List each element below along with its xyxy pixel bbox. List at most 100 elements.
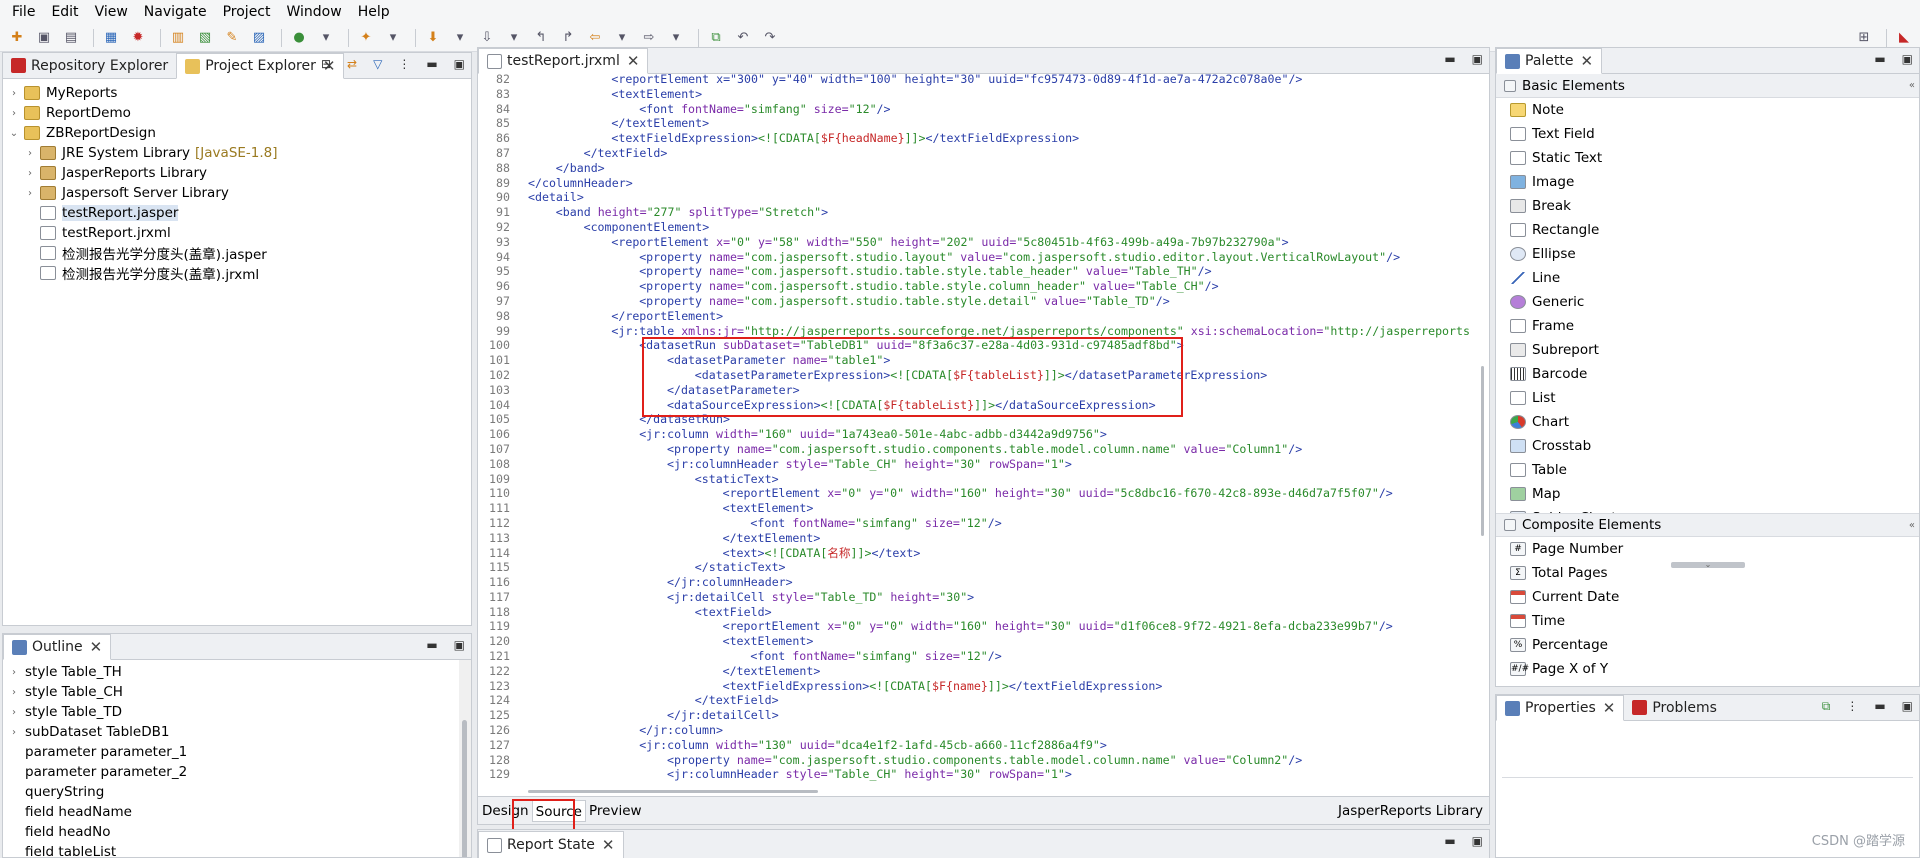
- wand-icon[interactable]: ✦: [355, 27, 377, 49]
- tab-testreport-jrxml[interactable]: testReport.jrxml ✕: [478, 48, 649, 74]
- collapsed-icon[interactable]: ›: [7, 687, 21, 698]
- collapse-section-icon[interactable]: «: [1909, 80, 1915, 91]
- dropdown-icon[interactable]: ▾: [503, 27, 525, 49]
- dropdown-icon[interactable]: ▾: [382, 27, 404, 49]
- minimize-icon[interactable]: ▬: [1444, 834, 1455, 848]
- collapsed-icon[interactable]: ›: [23, 148, 37, 159]
- pin-view-icon[interactable]: ⧉: [1822, 699, 1831, 714]
- close-icon[interactable]: ✕: [1581, 52, 1594, 70]
- palette-item-break[interactable]: Break: [1496, 194, 1919, 218]
- pin-icon[interactable]: ⬇: [422, 27, 444, 49]
- palette-item-line[interactable]: Line: [1496, 266, 1919, 290]
- preview-icon[interactable]: ▨: [248, 27, 270, 49]
- tree-item[interactable]: ⌄ ZBReportDesign: [3, 123, 471, 143]
- palette-item-spider-chart[interactable]: Spider Chart: [1496, 506, 1919, 513]
- collapsed-icon[interactable]: ›: [23, 168, 37, 179]
- tab-palette[interactable]: Palette ✕: [1496, 48, 1603, 74]
- tree-item[interactable]: › MyReports: [3, 83, 471, 103]
- collapsed-icon[interactable]: ›: [7, 88, 21, 99]
- minimize-icon[interactable]: ▬: [1444, 52, 1455, 66]
- collapsed-icon[interactable]: ›: [7, 727, 21, 738]
- new-report-icon[interactable]: ▥: [167, 27, 189, 49]
- palette-item-generic[interactable]: Generic: [1496, 290, 1919, 314]
- collapsed-icon[interactable]: ›: [7, 108, 21, 119]
- close-icon[interactable]: ✕: [90, 638, 103, 656]
- scroll-thumb[interactable]: [1481, 366, 1484, 536]
- close-icon[interactable]: ✕: [602, 836, 615, 854]
- compile-icon[interactable]: ▦: [100, 27, 122, 49]
- palette-section-composite[interactable]: Composite Elements «: [1496, 513, 1919, 537]
- collapse-all-icon[interactable]: ⊟: [321, 57, 331, 71]
- debug-icon[interactable]: ✹: [127, 27, 149, 49]
- tree-item[interactable]: 检测报告光学分度头(盖章).jasper: [3, 243, 471, 263]
- maximize-icon[interactable]: ▣: [1472, 834, 1483, 848]
- palette-item-subreport[interactable]: Subreport: [1496, 338, 1919, 362]
- outline-item[interactable]: field headNo: [3, 822, 471, 842]
- forward-icon[interactable]: ⇨: [638, 27, 660, 49]
- redo-icon[interactable]: ↷: [759, 27, 781, 49]
- tree-item[interactable]: › ReportDemo: [3, 103, 471, 123]
- dropdown-icon[interactable]: ▾: [449, 27, 471, 49]
- editor-vertical-scrollbar[interactable]: [1477, 74, 1489, 796]
- undo-icon[interactable]: ↶: [732, 27, 754, 49]
- maximize-icon[interactable]: ▣: [454, 57, 465, 71]
- last-edit-icon[interactable]: ↰: [530, 27, 552, 49]
- palette-item-table[interactable]: Table: [1496, 458, 1919, 482]
- menu-window[interactable]: Window: [279, 0, 350, 24]
- forward-edit-icon[interactable]: ↱: [557, 27, 579, 49]
- outline-item[interactable]: › style Table_TD: [3, 702, 471, 722]
- tab-report-state[interactable]: Report State ✕: [478, 831, 624, 858]
- save-all-icon[interactable]: ▤: [60, 27, 82, 49]
- next-annotation-icon[interactable]: ⇩: [476, 27, 498, 49]
- minimize-icon[interactable]: ▬: [1874, 52, 1885, 66]
- palette-item-time[interactable]: Time: [1496, 609, 1919, 633]
- editor-horizontal-scrollbar[interactable]: [478, 786, 1477, 796]
- menu-navigate[interactable]: Navigate: [136, 0, 215, 24]
- maximize-icon[interactable]: ▣: [1472, 52, 1483, 66]
- minimize-icon[interactable]: ▬: [426, 638, 437, 652]
- source-editor[interactable]: 82 <reportElement x="300" y="40" width="1…: [478, 74, 1489, 796]
- filter-icon[interactable]: ▽: [373, 57, 382, 71]
- close-icon[interactable]: ✕: [1603, 699, 1616, 717]
- back-icon[interactable]: ⇦: [584, 27, 606, 49]
- palette-item-static-text[interactable]: Static Text: [1496, 146, 1919, 170]
- publish-icon[interactable]: ✎: [221, 27, 243, 49]
- new-dataset-icon[interactable]: ▧: [194, 27, 216, 49]
- palette-item-rectangle[interactable]: Rectangle: [1496, 218, 1919, 242]
- menu-help[interactable]: Help: [350, 0, 398, 24]
- link-editor-icon[interactable]: ⇄: [347, 57, 357, 71]
- outline-item[interactable]: field headName: [3, 802, 471, 822]
- save-icon[interactable]: ▣: [33, 27, 55, 49]
- outline-item[interactable]: › style Table_CH: [3, 682, 471, 702]
- palette-section-basic[interactable]: Basic Elements «: [1496, 74, 1919, 98]
- tree-item[interactable]: › Jaspersoft Server Library: [3, 183, 471, 203]
- tab-repository-explorer[interactable]: Repository Explorer: [3, 53, 176, 78]
- palette-item-list[interactable]: List: [1496, 386, 1919, 410]
- tree-item[interactable]: testReport.jasper: [3, 203, 471, 223]
- menu-project[interactable]: Project: [215, 0, 279, 24]
- dropdown-icon[interactable]: ▾: [611, 27, 633, 49]
- collapse-section-icon[interactable]: «: [1909, 520, 1915, 531]
- outline-item[interactable]: parameter parameter_2: [3, 762, 471, 782]
- tab-properties[interactable]: Properties ✕: [1496, 695, 1625, 721]
- pin-editor-icon[interactable]: ⧉: [705, 27, 727, 49]
- dropdown-icon[interactable]: ▾: [315, 27, 337, 49]
- palette-item-page-x-of-y[interactable]: #/# Page X of Y: [1496, 657, 1919, 681]
- palette-item-chart[interactable]: Chart: [1496, 410, 1919, 434]
- tree-item[interactable]: › JRE System Library [JavaSE-1.8]: [3, 143, 471, 163]
- palette-scroll-handle[interactable]: ⌄: [1671, 561, 1745, 569]
- tab-project-explorer[interactable]: Project Explorer ✕: [176, 53, 345, 79]
- tree-item[interactable]: 检测报告光学分度头(盖章).jrxml: [3, 263, 471, 283]
- minimize-icon[interactable]: ▬: [1874, 699, 1885, 714]
- menu-edit[interactable]: Edit: [43, 0, 86, 24]
- collapsed-icon[interactable]: ›: [23, 188, 37, 199]
- palette-item-frame[interactable]: Frame: [1496, 314, 1919, 338]
- outline-item[interactable]: queryString: [3, 782, 471, 802]
- scroll-thumb[interactable]: [528, 790, 818, 793]
- palette-item-map[interactable]: Map: [1496, 482, 1919, 506]
- jaspersoft-perspective-icon[interactable]: ◣: [1893, 27, 1915, 49]
- maximize-icon[interactable]: ▣: [1902, 699, 1913, 714]
- view-menu-icon[interactable]: ⋮: [1846, 699, 1858, 714]
- scroll-thumb[interactable]: [462, 720, 467, 857]
- collapsed-icon[interactable]: ›: [7, 707, 21, 718]
